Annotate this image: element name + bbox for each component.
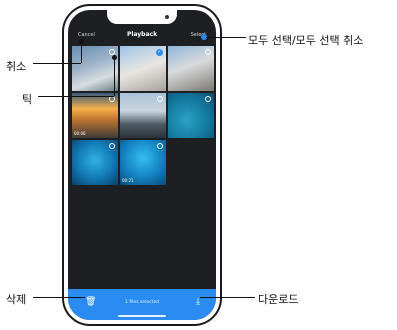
select-circle[interactable] [205,96,211,102]
callout-line [206,37,246,38]
callout-delete: 삭제 [6,293,27,306]
callout-tick: 틱 [22,93,33,106]
grid-thumbnail[interactable] [168,93,214,138]
callout-line [38,96,114,97]
select-circle[interactable] [205,49,211,55]
selected-check-icon[interactable]: ✓ [156,49,163,56]
callout-line [33,297,85,298]
cancel-marker [79,39,84,44]
select-circle[interactable] [157,143,163,149]
camera-dot [165,15,169,19]
top-bar: Cancel Playback Select [68,30,216,44]
select-circle[interactable] [109,143,115,149]
grid-thumbnail[interactable] [72,140,118,185]
callout-line [33,63,81,64]
callout-cancel: 취소 [6,60,27,73]
home-indicator [118,315,166,317]
callout-line [200,297,255,298]
grid-thumbnail[interactable]: 00:21 [120,140,166,185]
grid-thumbnail[interactable]: 00:06 [72,93,118,138]
duration-label: 00:06 [74,131,86,136]
phone-screen: Cancel Playback Select ✓ 00:06 00:21 🗑 1… [68,10,216,320]
callout-line [81,42,82,63]
bottom-bar: 🗑 1 files selected ⤓ [68,289,216,320]
callout-select-all: 모두 선택/모두 선택 취소 [248,34,364,47]
select-circle[interactable] [157,96,163,102]
duration-label: 00:21 [122,178,134,183]
tick-marker [112,55,117,60]
callout-download: 다운로드 [258,293,299,306]
grid-thumbnail[interactable] [168,46,214,91]
phone-notch [107,10,177,24]
download-icon[interactable]: ⤓ [196,297,200,307]
selection-status: 1 files selected [125,300,159,305]
grid-thumbnail[interactable] [72,46,118,91]
callout-line [114,58,115,96]
grid-thumbnail[interactable]: ✓ [120,46,166,91]
grid-thumbnail[interactable] [120,93,166,138]
